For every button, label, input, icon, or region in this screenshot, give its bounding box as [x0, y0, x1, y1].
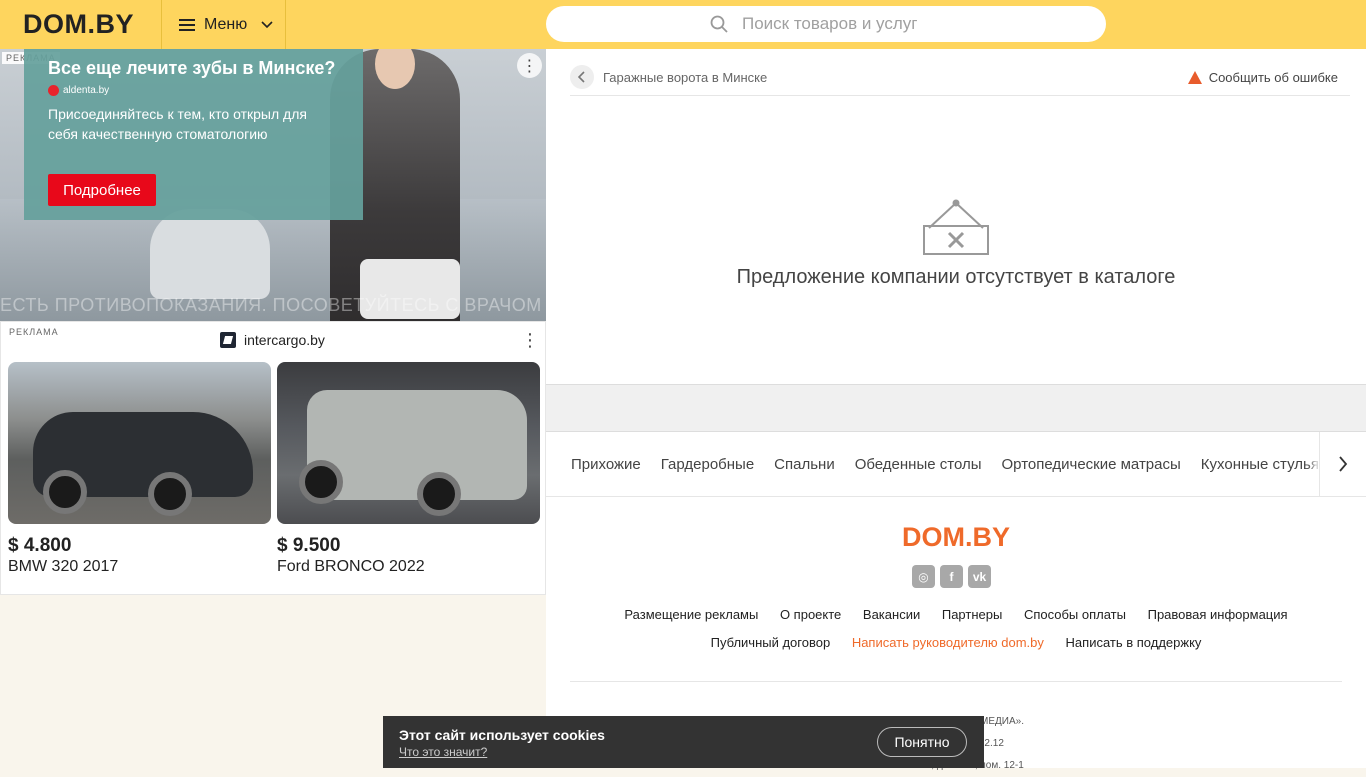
- cookie-banner: Этот сайт использует cookies Что это зна…: [383, 716, 984, 768]
- category-link[interactable]: Спальни: [774, 456, 835, 473]
- footer-link-highlight[interactable]: Написать руководителю dom.by: [852, 635, 1044, 650]
- category-carousel: Прихожие Гардеробные Спальни Обеденные с…: [546, 432, 1366, 497]
- footer-link[interactable]: Публичный договор: [711, 635, 831, 650]
- car-wheel: [417, 472, 461, 516]
- breadcrumb: Гаражные ворота в Минске Сообщить об оши…: [570, 59, 1350, 96]
- car-image: [8, 362, 271, 524]
- footer-divider: [570, 681, 1342, 682]
- tooth-icon: [48, 85, 59, 96]
- ad-options-icon[interactable]: ⋮: [521, 330, 539, 351]
- ad-cta-button[interactable]: Подробнее: [48, 174, 156, 206]
- car-image: [277, 362, 540, 524]
- search-bar: [546, 6, 1106, 42]
- instagram-icon[interactable]: ◎: [912, 565, 935, 588]
- empty-message: Предложение компании отсутствует в катал…: [736, 266, 1176, 288]
- ad-source-label: aldenta.by: [63, 85, 110, 96]
- ad-tag: РЕКЛАМА: [9, 327, 59, 337]
- breadcrumb-link[interactable]: Гаражные ворота в Минске: [603, 70, 767, 85]
- car-name: Ford BRONCO 2022: [277, 558, 425, 575]
- ad-source[interactable]: aldenta.by: [48, 85, 339, 96]
- search-icon: [710, 15, 728, 33]
- car-wheel: [43, 470, 87, 514]
- ad-warning: ЕСТЬ ПРОТИВОПОКАЗАНИЯ. ПОСОВЕТУЙТЕСЬ С В…: [0, 295, 542, 315]
- back-chevron-icon[interactable]: [570, 65, 594, 89]
- footer-link[interactable]: Размещение рекламы: [624, 607, 758, 622]
- ad-card: Все еще лечите зубы в Минске? aldenta.by…: [24, 49, 363, 220]
- facebook-icon[interactable]: f: [940, 565, 963, 588]
- warning-icon: [1187, 70, 1202, 84]
- car-wheel: [148, 472, 192, 516]
- section-divider: [546, 384, 1366, 432]
- car-price: $ 9.500: [277, 535, 341, 556]
- footer-link[interactable]: Партнеры: [942, 607, 1002, 622]
- menu-label: Меню: [204, 15, 248, 33]
- chevron-right-icon: [1339, 456, 1348, 472]
- footer-link[interactable]: Правовая информация: [1148, 607, 1288, 622]
- ad-banner-cars[interactable]: РЕКЛАМА intercargo.by ⋮ $ 4.800 BMW 320 …: [0, 321, 546, 595]
- footer-links-row2: Публичный договор Написать руководителю …: [546, 635, 1366, 650]
- category-link[interactable]: Ортопедические матрасы: [1002, 456, 1181, 473]
- car-wheel: [299, 460, 343, 504]
- hamburger-icon: [179, 18, 195, 31]
- ad-site-label: intercargo.by: [244, 332, 325, 348]
- footer-links-row1: Размещение рекламы О проекте Вакансии Па…: [546, 607, 1366, 622]
- main-content: Гаражные ворота в Минске Сообщить об оши…: [546, 49, 1366, 771]
- car-name: BMW 320 2017: [8, 558, 119, 575]
- category-link[interactable]: Кухонные стулья: [1201, 456, 1319, 473]
- ad-title: Все еще лечите зубы в Минске?: [48, 58, 336, 78]
- empty-state: Предложение компании отсутствует в катал…: [546, 194, 1366, 289]
- dental-chair-image: [150, 209, 270, 299]
- ad-column: РЕКЛАМА Все еще лечите зубы в Минске? al…: [0, 49, 546, 768]
- footer-logo[interactable]: DOM.BY: [546, 522, 1366, 553]
- menu-button[interactable]: Меню: [161, 0, 286, 49]
- ad-banner-dental[interactable]: РЕКЛАМА Все еще лечите зубы в Минске? al…: [0, 49, 546, 321]
- search-input[interactable]: [742, 14, 942, 34]
- car-card[interactable]: $ 4.800 BMW 320 2017: [8, 362, 271, 576]
- ad-text: Присоединяйтесь к тем, кто открыл для се…: [48, 106, 307, 142]
- empty-sign-icon: [923, 199, 989, 255]
- footer-link[interactable]: О проекте: [780, 607, 841, 622]
- category-link[interactable]: Обеденные столы: [855, 456, 982, 473]
- category-link[interactable]: Гардеробные: [661, 456, 754, 473]
- cookie-accept-button[interactable]: Понятно: [877, 727, 967, 757]
- carousel-next-button[interactable]: [1319, 432, 1366, 496]
- category-link[interactable]: Прихожие: [571, 456, 641, 473]
- footer-link[interactable]: Способы оплаты: [1024, 607, 1126, 622]
- ad-options-icon[interactable]: ⋮: [517, 53, 542, 78]
- vk-icon[interactable]: vk: [968, 565, 991, 588]
- car-price: $ 4.800: [8, 535, 72, 556]
- footer-link[interactable]: Вакансии: [863, 607, 920, 622]
- header: DOM.BY Меню: [0, 0, 1366, 49]
- report-error-link[interactable]: Сообщить об ошибке: [1187, 69, 1338, 85]
- report-error-label: Сообщить об ошибке: [1208, 69, 1338, 85]
- chevron-down-icon: [261, 18, 273, 32]
- ad-site[interactable]: intercargo.by: [220, 332, 325, 348]
- footer-link[interactable]: Написать в поддержку: [1066, 635, 1202, 650]
- site-logo[interactable]: DOM.BY: [23, 9, 134, 40]
- car-card[interactable]: $ 9.500 Ford BRONCO 2022: [277, 362, 540, 576]
- social-links: ◎ f vk: [912, 565, 996, 588]
- intercargo-logo-icon: [220, 332, 236, 348]
